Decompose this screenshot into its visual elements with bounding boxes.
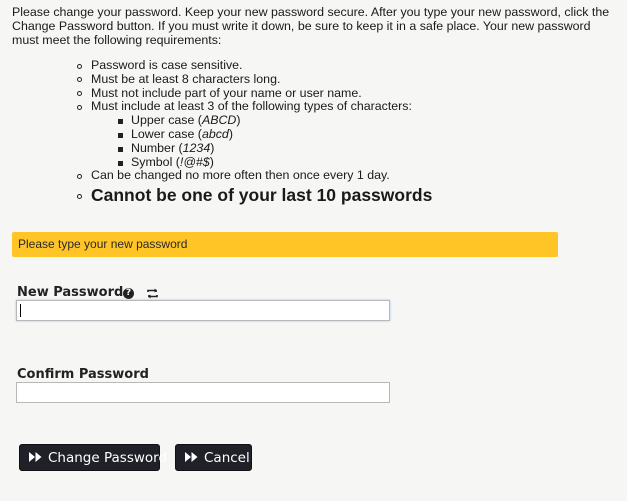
question-circle-icon[interactable]: ? — [123, 288, 134, 299]
cancel-label: Cancel — [204, 450, 250, 466]
char-type-upper: Upper case (ABCD) — [113, 113, 432, 128]
refresh-icon[interactable] — [146, 287, 159, 300]
fast-forward-icon — [29, 452, 42, 462]
req-char-types: Must include at least 3 of the following… — [73, 99, 432, 170]
new-password-label: New Password — [17, 285, 124, 300]
char-type-lower: Lower case (abcd) — [113, 127, 432, 142]
char-type-number: Number (1234) — [113, 141, 432, 156]
fast-forward-icon — [185, 452, 198, 462]
req-no-name: Must not include part of your name or us… — [73, 86, 432, 101]
req-change-frequency: Can be changed no more often then once e… — [73, 169, 432, 183]
new-password-input[interactable] — [16, 300, 390, 321]
change-password-button[interactable]: Change Password — [19, 444, 167, 471]
req-char-types-intro: Must include at least 3 of the following… — [91, 99, 412, 114]
req-history: Cannot be one of your last 10 passwords — [73, 184, 432, 206]
req-case-sensitive: Password is case sensitive. — [73, 58, 432, 73]
change-password-label: Change Password — [48, 450, 168, 466]
confirm-password-input[interactable] — [16, 382, 390, 403]
notice-banner: Please type your new password — [12, 232, 558, 257]
cancel-button[interactable]: Cancel — [175, 444, 252, 471]
requirements-list: Password is case sensitive. Must be at l… — [73, 58, 432, 206]
text-caret — [20, 304, 21, 317]
char-type-symbol: Symbol (!@#$) — [113, 155, 432, 170]
confirm-password-label: Confirm Password — [17, 367, 149, 382]
intro-text: Please change your password. Keep your n… — [12, 5, 610, 47]
req-min-length: Must be at least 8 characters long. — [73, 72, 432, 87]
char-types-list: Upper case (ABCD) Lower case (abcd) Numb… — [91, 113, 432, 170]
